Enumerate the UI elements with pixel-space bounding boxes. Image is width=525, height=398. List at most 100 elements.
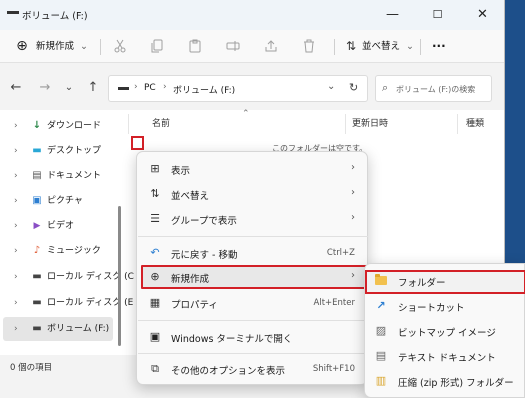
sidebar-item-label: ボリューム (F:): [47, 324, 110, 334]
menu-divider: [138, 353, 368, 354]
drive-icon: ▬: [32, 323, 42, 334]
zip-folder-icon: ▥: [375, 374, 387, 387]
submenu-item-zip-folder[interactable]: ▥ 圧縮 (zip 形式) フォルダー: [368, 369, 525, 393]
sidebar-item-videos[interactable]: › ▶ ビデオ: [0, 214, 120, 238]
document-icon: ▤: [32, 170, 42, 181]
delete-icon[interactable]: [302, 39, 316, 53]
new-icon: ⊕: [16, 38, 28, 54]
menu-item-label: その他のオプションを表示: [171, 366, 286, 377]
column-header-type[interactable]: 種類: [466, 116, 484, 129]
new-button[interactable]: 新規作成 ⌄: [36, 30, 88, 63]
up-arrow-icon[interactable]: ↑: [85, 80, 101, 96]
submenu-item-text-document[interactable]: ▤ テキスト ドキュメント: [368, 344, 525, 368]
submenu-item-bitmap[interactable]: ▨ ビットマップ イメージ: [368, 319, 525, 343]
sidebar-item-label: ダウンロード: [47, 121, 102, 131]
menu-item-properties[interactable]: ▦ プロパティ Alt+Enter: [141, 291, 365, 315]
sort-button[interactable]: 並べ替え ⌄: [362, 30, 414, 63]
address-dropdown-icon[interactable]: ⌄: [327, 81, 335, 92]
sidebar-item-label: ビデオ: [47, 221, 75, 231]
highlight-marker: [131, 136, 144, 150]
sidebar-item-music[interactable]: › ♪ ミュージック: [0, 239, 120, 263]
cut-icon[interactable]: [113, 39, 127, 53]
column-header-name[interactable]: 名前: [152, 116, 170, 129]
command-bar: ⊕ 新規作成 ⌄ ⇅ 並べ替え ⌄ ···: [0, 30, 504, 63]
folder-icon: [374, 274, 388, 288]
drive-icon: [7, 11, 19, 14]
expand-chevron-icon[interactable]: ›: [14, 164, 18, 188]
expand-chevron-icon[interactable]: ›: [14, 317, 18, 341]
more-options-button[interactable]: ···: [432, 30, 446, 63]
menu-item-open-terminal[interactable]: ▣ Windows ターミナルで開く: [141, 325, 365, 349]
submenu-item-folder[interactable]: フォルダー: [365, 269, 525, 294]
menu-item-label: 新規作成: [171, 274, 210, 285]
expand-chevron-icon[interactable]: ›: [14, 139, 18, 163]
sidebar-item-downloads[interactable]: › ↓ ダウンロード: [0, 114, 120, 138]
column-header-date[interactable]: 更新日時: [352, 116, 388, 129]
sidebar-item-desktop[interactable]: › ▬ デスクトップ: [0, 139, 120, 163]
view-icon: ⊞: [150, 162, 160, 175]
expand-chevron-icon[interactable]: ›: [14, 189, 18, 213]
toolbar-divider: [334, 39, 335, 55]
menu-item-label: プロパティ: [171, 300, 218, 311]
search-input[interactable]: ⌕ ボリューム (F:)の検索: [375, 75, 492, 102]
paste-icon[interactable]: [188, 39, 202, 53]
chevron-down-icon: ⌄: [80, 41, 89, 52]
column-divider: [128, 114, 129, 134]
sort-ascending-icon: ⌃: [242, 109, 250, 119]
sidebar-item-label: ミュージック: [47, 246, 101, 256]
item-count: 0 個の項目: [10, 363, 53, 373]
expand-chevron-icon[interactable]: ›: [14, 265, 18, 289]
properties-icon: ▦: [149, 296, 161, 309]
video-icon: ▶: [33, 221, 41, 231]
shortcut-icon: ↗: [376, 299, 386, 312]
menu-item-group-by[interactable]: ☰ グループで表示 ›: [141, 207, 365, 231]
rename-icon[interactable]: [226, 39, 240, 53]
share-icon[interactable]: [264, 39, 278, 53]
address-bar[interactable]: › PC › ボリューム (F:) ⌄ ↻: [108, 75, 368, 102]
new-icon: ⊕: [150, 270, 160, 283]
navigation-pane: › ↓ ダウンロード › ▬ デスクトップ › ▤ ドキュメント › ▣ ピクチ…: [0, 110, 134, 355]
sidebar-item-local-disk-e[interactable]: › ▬ ローカル ディスク (E: [0, 291, 133, 315]
close-button[interactable]: ✕: [460, 0, 504, 30]
forward-arrow-icon[interactable]: →: [37, 80, 53, 96]
menu-item-undo[interactable]: ↶ 元に戻す - 移動 Ctrl+Z: [141, 241, 365, 265]
menu-item-new[interactable]: ⊕ 新規作成 ›: [141, 265, 367, 289]
menu-item-more-options[interactable]: ⧉ その他のオプションを表示 Shift+F10: [141, 357, 365, 381]
column-divider: [457, 114, 458, 134]
submenu-item-label: ビットマップ イメージ: [398, 328, 496, 339]
menu-divider: [138, 320, 368, 321]
submenu-item-shortcut[interactable]: ↗ ショートカット: [368, 294, 525, 318]
recent-locations-icon[interactable]: ⌄: [61, 80, 77, 96]
breadcrumb-volume[interactable]: ボリューム (F:): [173, 83, 235, 96]
navigation-scrollbar[interactable]: [118, 206, 121, 346]
toolbar-divider: [100, 39, 101, 55]
expand-chevron-icon[interactable]: ›: [14, 114, 18, 138]
sidebar-item-volume-f[interactable]: › ▬ ボリューム (F:): [3, 317, 113, 341]
expand-chevron-icon[interactable]: ›: [14, 291, 18, 315]
back-arrow-icon[interactable]: ←: [8, 80, 24, 96]
refresh-icon[interactable]: ↻: [349, 81, 358, 94]
sort-icon: ⇅: [150, 187, 160, 200]
terminal-icon: ▣: [149, 330, 161, 343]
minimize-button[interactable]: —: [370, 0, 415, 30]
maximize-button[interactable]: ☐: [415, 0, 460, 30]
sidebar-item-documents[interactable]: › ▤ ドキュメント: [0, 164, 120, 188]
menu-item-sort[interactable]: ⇅ 並べ替え ›: [141, 182, 365, 206]
text-document-icon: ▤: [375, 349, 387, 362]
expand-chevron-icon[interactable]: ›: [14, 214, 18, 238]
breadcrumb-pc[interactable]: PC: [144, 83, 156, 93]
submenu-arrow-icon: ›: [351, 162, 355, 173]
sidebar-item-label: ピクチャ: [47, 196, 83, 206]
desktop-icon: ▬: [32, 145, 42, 156]
menu-item-view[interactable]: ⊞ 表示 ›: [141, 157, 365, 181]
submenu-item-label: フォルダー: [398, 278, 446, 289]
address-row: ← → ⌄ ↑ › PC › ボリューム (F:) ⌄ ↻ ⌕ ボリューム (F…: [0, 74, 504, 104]
search-icon: ⌕: [382, 81, 389, 94]
shortcut-label: Ctrl+Z: [326, 248, 355, 258]
sidebar-item-pictures[interactable]: › ▣ ピクチャ: [0, 189, 120, 213]
sort-button-label: 並べ替え: [362, 41, 401, 52]
expand-chevron-icon[interactable]: ›: [14, 239, 18, 263]
sidebar-item-local-disk-c[interactable]: › ▬ ローカル ディスク (C: [0, 265, 134, 289]
window-title: ボリューム (F:): [22, 11, 88, 22]
copy-icon[interactable]: [150, 39, 164, 53]
